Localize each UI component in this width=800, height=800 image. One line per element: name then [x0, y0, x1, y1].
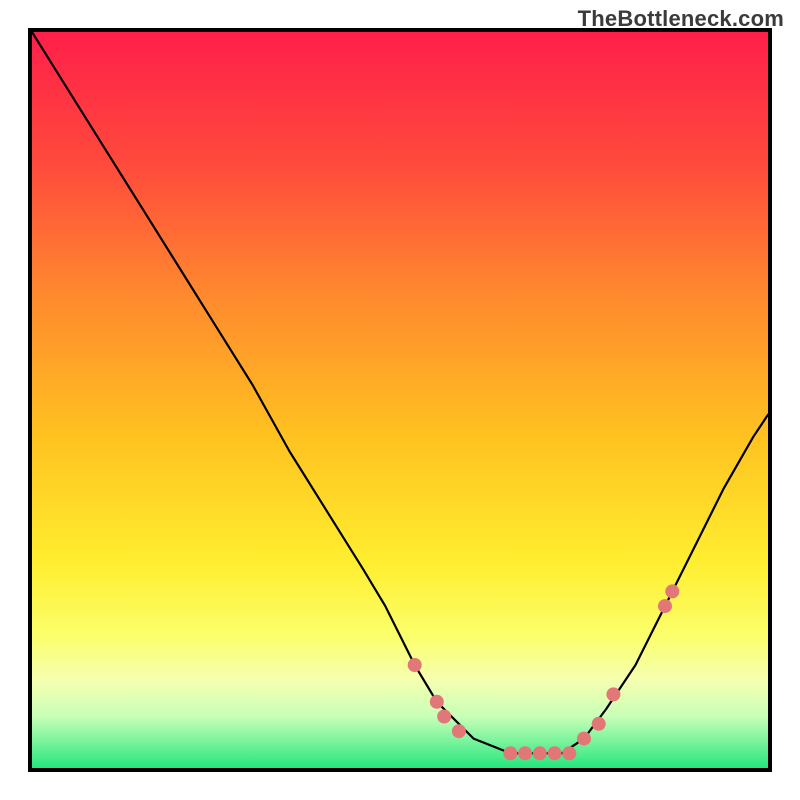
data-point — [548, 746, 562, 760]
data-point — [606, 687, 620, 701]
data-point — [562, 746, 576, 760]
plot-area — [28, 28, 772, 772]
data-point — [518, 746, 532, 760]
data-point — [665, 584, 679, 598]
data-point — [430, 695, 444, 709]
data-point — [452, 724, 466, 738]
gradient-rect — [32, 32, 768, 768]
data-point — [577, 732, 591, 746]
data-point — [658, 599, 672, 613]
data-point — [592, 717, 606, 731]
data-point — [408, 658, 422, 672]
data-point — [437, 710, 451, 724]
chart-container: TheBottleneck.com — [0, 0, 800, 800]
data-point — [503, 746, 517, 760]
data-point — [533, 746, 547, 760]
chart-svg — [32, 32, 768, 768]
